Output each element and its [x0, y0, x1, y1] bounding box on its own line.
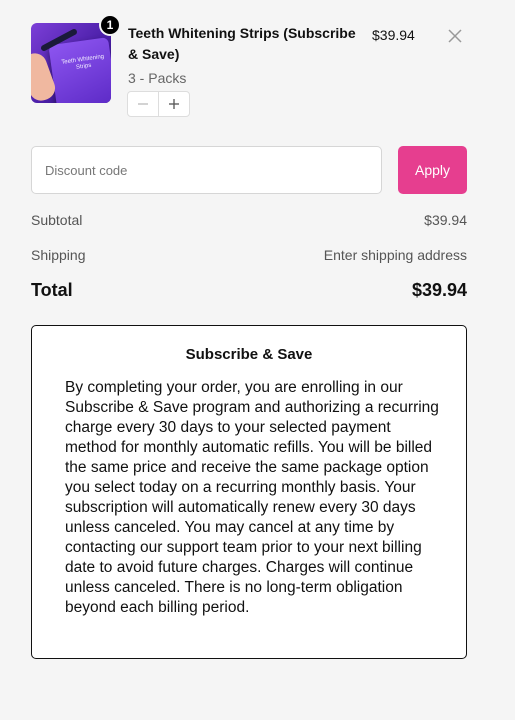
- decrease-quantity-button[interactable]: [128, 92, 158, 116]
- quantity-badge: 1: [99, 14, 121, 36]
- subscription-notice-body: By completing your order, you are enroll…: [65, 379, 439, 616]
- product-image-text: Teeth Whitening Strips: [61, 53, 105, 71]
- discount-code-input[interactable]: [31, 146, 382, 194]
- quantity-stepper: [127, 91, 190, 117]
- product-image-wrapper: Teeth Whitening Strips 1: [31, 14, 121, 103]
- shipping-row: Shipping Enter shipping address: [31, 247, 467, 263]
- subscription-notice-title: Subscribe & Save: [185, 346, 313, 363]
- cart-line-item: Teeth Whitening Strips 1 Teeth Whitening…: [31, 14, 467, 123]
- subscription-notice: Subscribe & Save By completing your orde…: [31, 325, 467, 659]
- subtotal-value: $39.94: [424, 212, 467, 228]
- remove-item-button[interactable]: [445, 26, 465, 46]
- total-value: $39.94: [411, 280, 467, 300]
- subtotal-label: Subtotal: [31, 212, 83, 228]
- product-variant: 3 - Packs: [128, 70, 187, 86]
- product-pouch-graphic: Teeth Whitening Strips: [48, 37, 111, 103]
- close-icon: [448, 29, 462, 43]
- increase-quantity-button[interactable]: [158, 92, 189, 116]
- product-title: Teeth Whitening Strips (Subscribe & Save…: [128, 25, 356, 62]
- total-label: Total: [31, 280, 73, 300]
- shipping-label: Shipping: [31, 247, 86, 263]
- subtotal-row: Subtotal $39.94: [31, 212, 467, 228]
- apply-discount-button[interactable]: Apply: [398, 146, 467, 194]
- product-image: Teeth Whitening Strips: [31, 23, 111, 103]
- minus-icon: [138, 103, 149, 105]
- plus-icon: [169, 99, 180, 109]
- total-row: Total $39.94: [31, 280, 467, 301]
- product-price: $39.94: [372, 27, 415, 43]
- shipping-value: Enter shipping address: [323, 247, 467, 263]
